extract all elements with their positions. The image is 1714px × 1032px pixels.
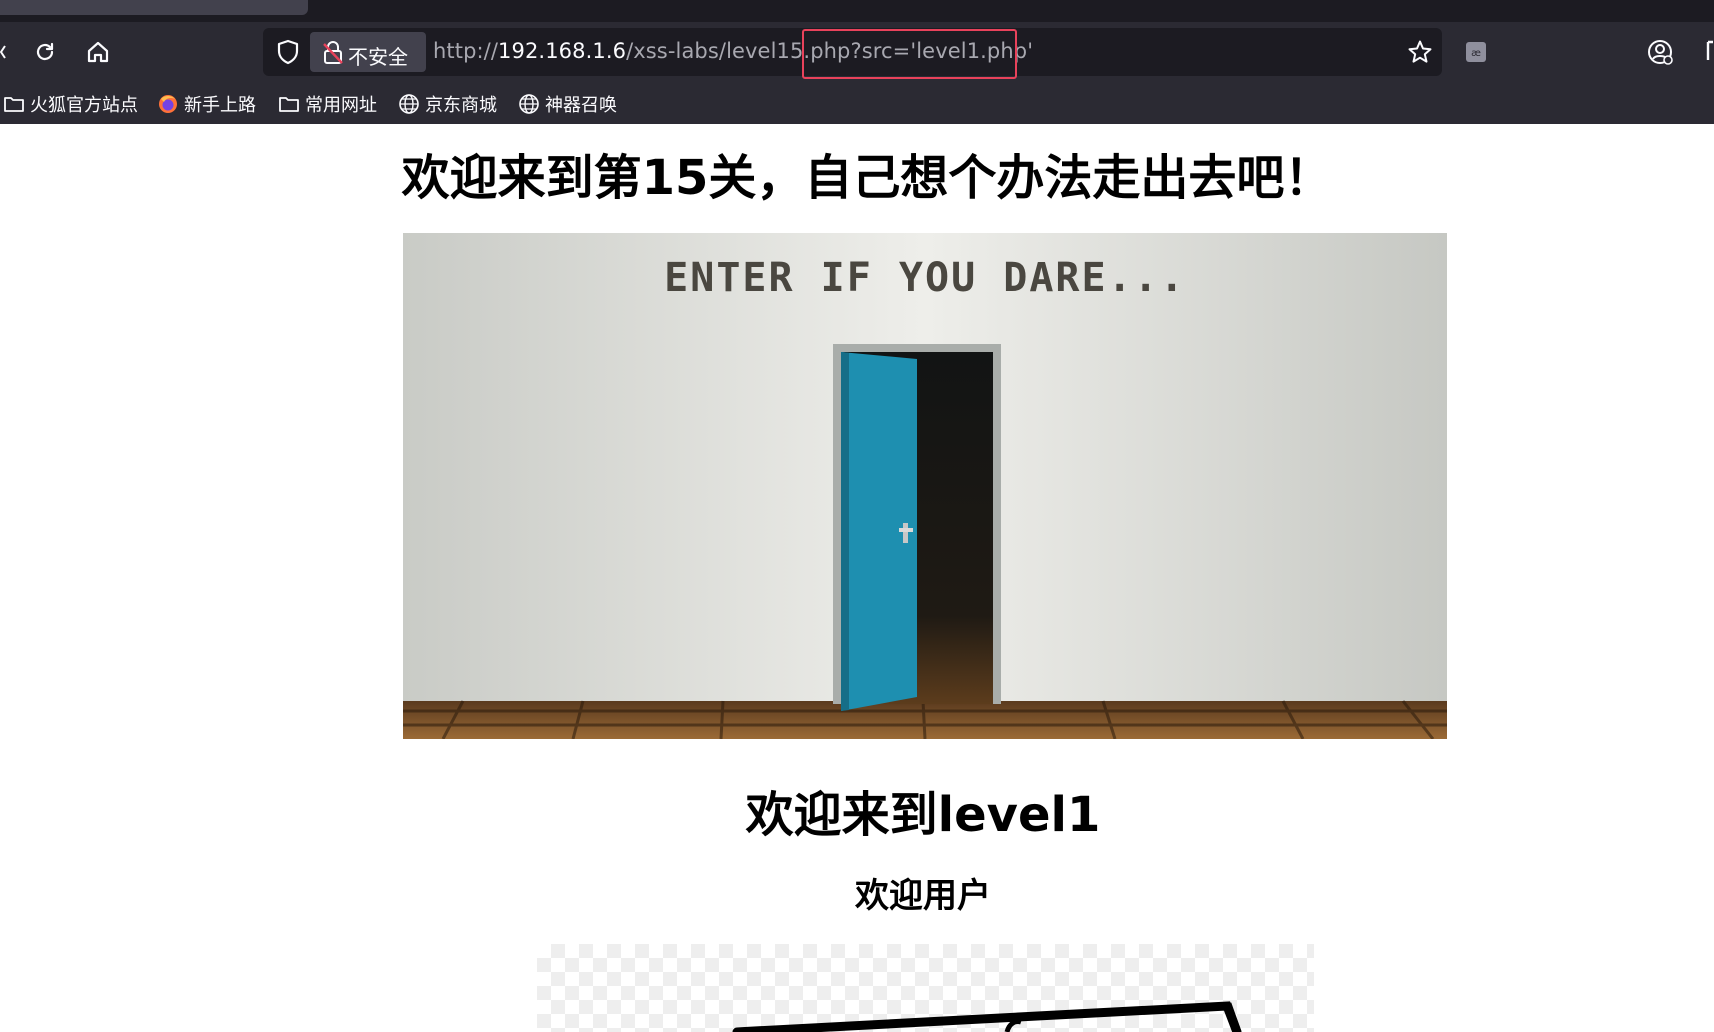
bookmark-label: 火狐官方站点 [30, 95, 138, 116]
bookmark-label: 京东商城 [425, 95, 497, 116]
bookmark-label: 常用网址 [305, 95, 377, 116]
firefox-icon [156, 92, 180, 116]
insecure-lock-icon [322, 41, 344, 65]
folder-icon [2, 92, 26, 116]
star-icon [1408, 40, 1432, 63]
url-host: 192.168.1.6 [498, 39, 627, 63]
back-arrow-icon[interactable] [0, 44, 6, 59]
globe-icon [397, 92, 421, 116]
bookmark-label: 神器召唤 [545, 95, 617, 116]
globe-icon [517, 92, 541, 116]
translate-extension-button[interactable]: æ [1462, 38, 1490, 66]
bookmark-star-button[interactable] [1404, 36, 1436, 68]
home-button[interactable] [80, 34, 116, 70]
extensions-overflow-icon[interactable] [1702, 38, 1714, 66]
page-title: 欢迎来到第15关，自己想个办法走出去吧！ [401, 150, 1333, 206]
bookmark-firefox-site[interactable]: 火狐官方站点 [2, 90, 138, 118]
url-scheme: http:// [433, 39, 499, 63]
active-tab[interactable] [0, 0, 308, 15]
level-banner-image: ENTER IF YOU DARE... [403, 233, 1447, 739]
svg-text:æ: æ [1471, 48, 1481, 59]
reload-button[interactable] [27, 34, 63, 70]
account-button[interactable] [1644, 36, 1676, 68]
page-title-container: 欢迎来到第15关，自己想个办法走出去吧！ [0, 138, 1714, 208]
tab-strip [0, 0, 1714, 22]
bookmarks-toolbar [0, 82, 1714, 124]
banner-text: ENTER IF YOU DARE... [664, 255, 1186, 301]
insecure-label: 不安全 [348, 45, 408, 69]
bookmark-label: 新手上路 [184, 95, 256, 116]
bookmark-getting-started[interactable]: 新手上路 [156, 90, 256, 118]
home-icon [87, 41, 109, 63]
bookmark-jd-mall[interactable]: 京东商城 [397, 90, 497, 118]
translate-icon: æ [1466, 42, 1486, 62]
account-icon [1648, 40, 1673, 65]
bookmark-tool-summon[interactable]: 神器召唤 [517, 90, 617, 118]
level1-sketch-image [537, 944, 1314, 1032]
tracking-protection-shield-icon[interactable] [275, 39, 301, 65]
folder-icon [277, 92, 301, 116]
welcome-user-heading: 欢迎用户 [855, 876, 991, 916]
url-parameter-highlight-box [802, 29, 1017, 79]
reload-icon [36, 42, 54, 61]
bookmark-common-sites[interactable]: 常用网址 [277, 90, 377, 118]
included-level-heading: 欢迎来到level1 [745, 787, 1101, 843]
site-security-button[interactable]: 不安全 [310, 32, 426, 72]
